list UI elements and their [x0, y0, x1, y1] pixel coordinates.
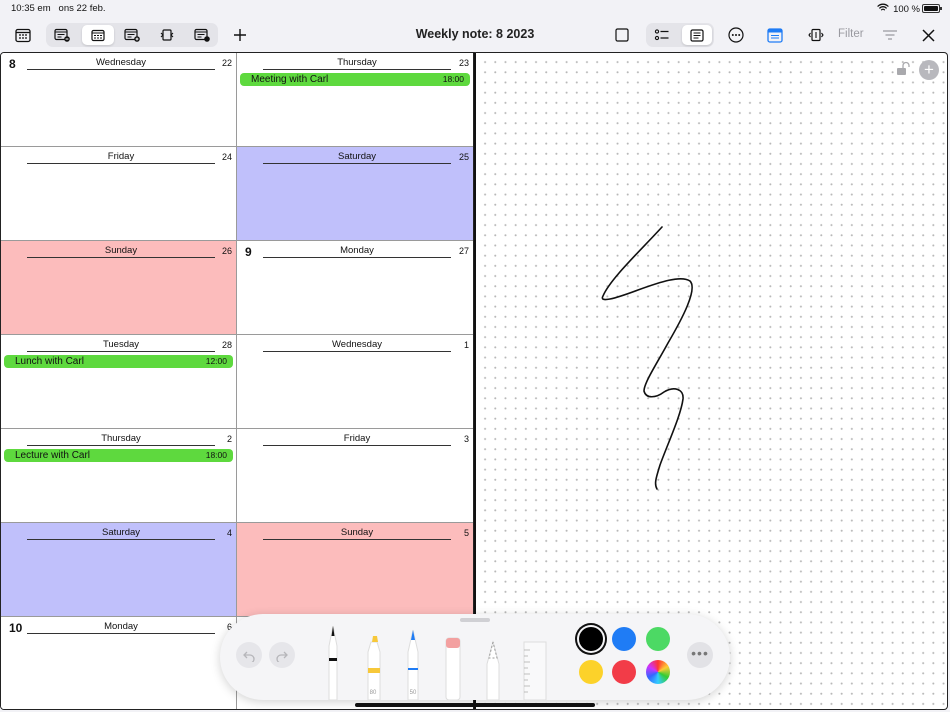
day-cell[interactable]: 10 Monday 6 [1, 617, 237, 709]
filter-button[interactable]: Filter [838, 28, 864, 40]
pencil-size: 50 [409, 690, 417, 696]
calendar-event[interactable]: Lecture with Carl 18:00 [4, 449, 233, 462]
day-name: Saturday [263, 151, 451, 164]
day-name: Sunday [263, 527, 451, 540]
wifi-icon [877, 3, 889, 15]
highlighter-tool[interactable]: 80 [362, 624, 384, 701]
event-title: Meeting with Carl [251, 74, 329, 85]
color-swatch-blue[interactable] [612, 627, 636, 651]
calendar-event[interactable]: Meeting with Carl 18:00 [240, 73, 470, 86]
pencil-tool[interactable]: 50 [402, 624, 424, 701]
battery-icon [922, 4, 942, 13]
color-swatch-black[interactable] [579, 627, 603, 651]
day-name: Tuesday [27, 339, 215, 352]
day-number: 3 [463, 434, 469, 444]
toolbar: Weekly note: 8 2023 Filter [0, 18, 950, 52]
day-cell[interactable]: Saturday 25 [237, 147, 473, 241]
day-number: 26 [221, 246, 232, 256]
filter-lines-icon[interactable] [878, 24, 902, 46]
battery-percent: 100 % [893, 3, 920, 15]
day-number: 24 [221, 152, 232, 162]
day-number: 2 [226, 434, 232, 444]
day-cell[interactable]: 9 Monday 27 [237, 241, 473, 335]
lock-icon[interactable] [895, 61, 911, 82]
day-name: Sunday [27, 245, 215, 258]
window-icon[interactable] [763, 24, 787, 46]
day-cell[interactable]: Thursday 2 Lecture with Carl 18:00 [1, 429, 237, 523]
color-picker-rainbow[interactable] [646, 660, 670, 684]
day-name: Thursday [263, 57, 451, 70]
day-cell[interactable]: Sunday 26 [1, 241, 237, 335]
day-name: Friday [27, 151, 215, 164]
redo-icon [276, 651, 288, 662]
redo-button[interactable] [269, 642, 295, 668]
day-cell[interactable]: Friday 3 [237, 429, 473, 523]
week-number: 10 [9, 621, 23, 635]
notes-canvas[interactable]: + [474, 52, 948, 710]
more-icon[interactable] [724, 24, 748, 46]
day-cell[interactable]: 8 Wednesday 22 [1, 53, 237, 147]
add-note-button[interactable]: + [919, 60, 939, 80]
handwritten-scribble [601, 226, 693, 490]
day-cell[interactable]: Wednesday 1 [237, 335, 473, 429]
day-name: Thursday [27, 433, 215, 446]
color-swatch-yellow[interactable] [579, 660, 603, 684]
day-name: Monday [263, 245, 451, 258]
pen-tool[interactable] [322, 624, 344, 701]
status-right: 100 % [877, 3, 920, 15]
day-name: Wednesday [27, 57, 215, 70]
week-number: 9 [245, 245, 252, 259]
day-name: Monday [27, 621, 215, 634]
day-number: 1 [463, 340, 469, 350]
day-cell[interactable]: Thursday 23 Meeting with Carl 18:00 [237, 53, 473, 147]
highlighter-size: 80 [369, 690, 377, 696]
undo-icon [243, 651, 255, 662]
event-time: 18:00 [442, 74, 464, 84]
home-indicator [355, 703, 595, 707]
day-name: Wednesday [263, 339, 451, 352]
day-number: 5 [463, 528, 469, 538]
event-title: Lecture with Carl [15, 450, 91, 461]
lasso-tool[interactable] [482, 624, 504, 701]
ruler-tool[interactable] [522, 624, 547, 701]
day-number: 4 [226, 528, 232, 538]
calendar-event[interactable]: Lunch with Carl 12:00 [4, 355, 233, 368]
day-name: Friday [263, 433, 451, 446]
day-number: 28 [221, 340, 232, 350]
event-title: Lunch with Carl [15, 356, 84, 367]
day-number: 22 [221, 58, 232, 68]
day-cell[interactable]: Saturday 4 [1, 523, 237, 617]
day-name: Saturday [27, 527, 215, 540]
day-number: 25 [458, 152, 469, 162]
note-icon[interactable] [685, 24, 709, 46]
color-swatch-green[interactable] [646, 627, 670, 651]
week-number: 8 [9, 57, 16, 71]
app-window: 10:35 em ons 22 feb. 100 % Weekly note: … [0, 0, 950, 712]
event-time: 12:00 [205, 356, 227, 366]
mode-segmented-control [646, 23, 714, 47]
square-icon[interactable] [610, 24, 634, 46]
pencil-palette: 80 50 ••• [220, 614, 730, 701]
color-swatch-red[interactable] [612, 660, 636, 684]
expand-icon[interactable] [804, 24, 828, 46]
palette-grip[interactable] [460, 618, 490, 622]
day-number: 27 [458, 246, 469, 256]
status-bar: 10:35 em ons 22 feb. 100 % [0, 0, 950, 18]
status-time: 10:35 em ons 22 feb. [11, 3, 106, 14]
event-time: 18:00 [205, 450, 227, 460]
undo-button[interactable] [236, 642, 262, 668]
eraser-tool[interactable] [442, 624, 464, 701]
week-calendar: 8 Wednesday 22 Thursday 23 Meeting with Carl 1… [0, 52, 474, 710]
day-number: 23 [458, 58, 469, 68]
day-cell[interactable]: Sunday 5 [237, 523, 473, 617]
palette-more-button[interactable]: ••• [687, 642, 713, 668]
day-cell[interactable]: Tuesday 28 Lunch with Carl 12:00 [1, 335, 237, 429]
list-icon[interactable] [650, 24, 674, 46]
close-icon[interactable] [916, 24, 940, 46]
day-cell[interactable]: Friday 24 [1, 147, 237, 241]
